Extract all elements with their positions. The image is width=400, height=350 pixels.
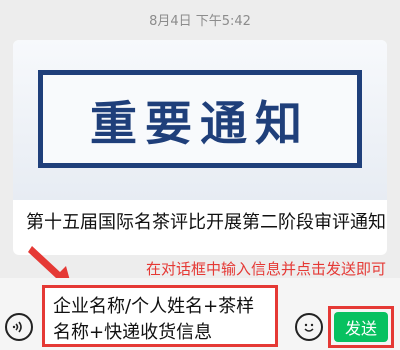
- banner-frame: 重要通知: [38, 70, 362, 168]
- voice-icon[interactable]: [5, 313, 33, 341]
- send-button[interactable]: 发送: [334, 312, 388, 342]
- article-title[interactable]: 第十五届国际名茶评比开展第二阶段审评通知: [26, 208, 386, 234]
- message-input[interactable]: 企业名称/个人姓名+茶样名称+快递收货信息: [42, 285, 278, 347]
- emoji-icon[interactable]: [295, 313, 323, 341]
- send-highlight: 发送: [328, 306, 394, 348]
- message-timestamp: 8月4日 下午5:42: [149, 14, 251, 29]
- article-card[interactable]: 重要通知 第十五届国际名茶评比开展第二阶段审评通知: [13, 40, 387, 255]
- voice-wave-icon: [12, 321, 22, 333]
- smile-icon: [304, 323, 314, 332]
- article-banner: 重要通知: [13, 40, 387, 200]
- banner-title: 重要通知: [90, 96, 310, 152]
